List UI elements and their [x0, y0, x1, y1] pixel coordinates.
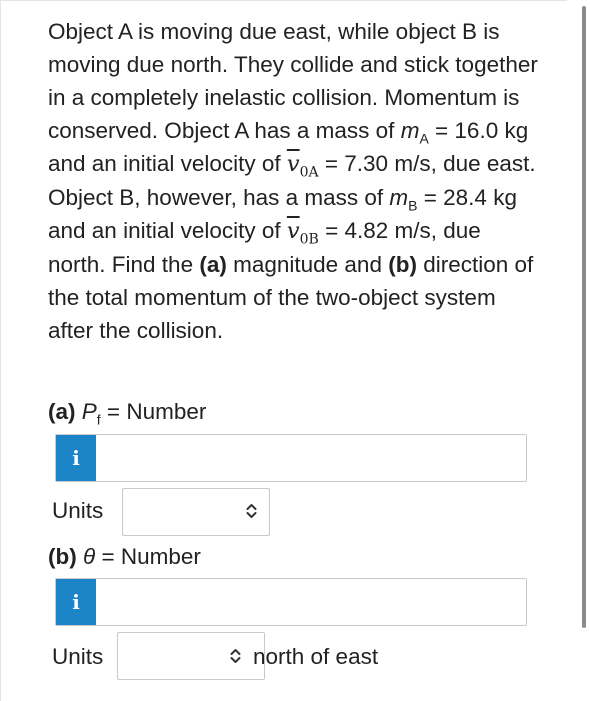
part-a-answer-row: i [55, 434, 527, 482]
velocity-b-symbol: v [286, 218, 300, 244]
part-a-number-label: = Number [100, 399, 207, 424]
info-icon[interactable]: i [56, 435, 96, 481]
part-b-number-label: = Number [95, 544, 201, 569]
chevron-updown-icon [246, 503, 257, 522]
velocity-a-subscript: 0A [299, 164, 319, 181]
part-a-tag: (a) [199, 252, 227, 277]
velocity-b-subscript: 0B [299, 231, 319, 248]
part-a-number-input[interactable] [96, 435, 526, 481]
chevron-updown-icon [230, 648, 241, 667]
mass-a-subscript: A [419, 130, 429, 147]
part-b-answer-row: i [55, 578, 527, 626]
part-b-tag-label: (b) [48, 544, 77, 569]
question-panel: Object A is moving due east, while objec… [0, 0, 567, 701]
part-b-direction-suffix: north of east [253, 644, 379, 669]
momentum-symbol: P [81, 399, 97, 424]
part-b-units-select[interactable] [117, 632, 265, 680]
part-b-tag: (b) [388, 252, 417, 277]
mass-b-symbol: m [389, 185, 409, 210]
part-b-number-input[interactable] [96, 579, 526, 625]
mass-a-symbol: m [400, 118, 420, 143]
part-a-tag-label: (a) [48, 399, 76, 424]
part-a-units-label: Units [52, 498, 104, 523]
info-icon[interactable]: i [56, 579, 96, 625]
problem-statement: Object A is moving due east, while objec… [48, 15, 538, 347]
theta-symbol: θ [83, 544, 96, 569]
scrollbar[interactable] [582, 6, 586, 628]
mass-b-subscript: B [408, 197, 418, 214]
part-a-label: (a) Pf = Number [48, 399, 207, 427]
part-b-units-label: Units [52, 644, 104, 669]
part-b-label: (b) θ = Number [48, 544, 201, 570]
problem-text: magnitude and [226, 252, 389, 277]
velocity-a-symbol: v [286, 151, 300, 177]
